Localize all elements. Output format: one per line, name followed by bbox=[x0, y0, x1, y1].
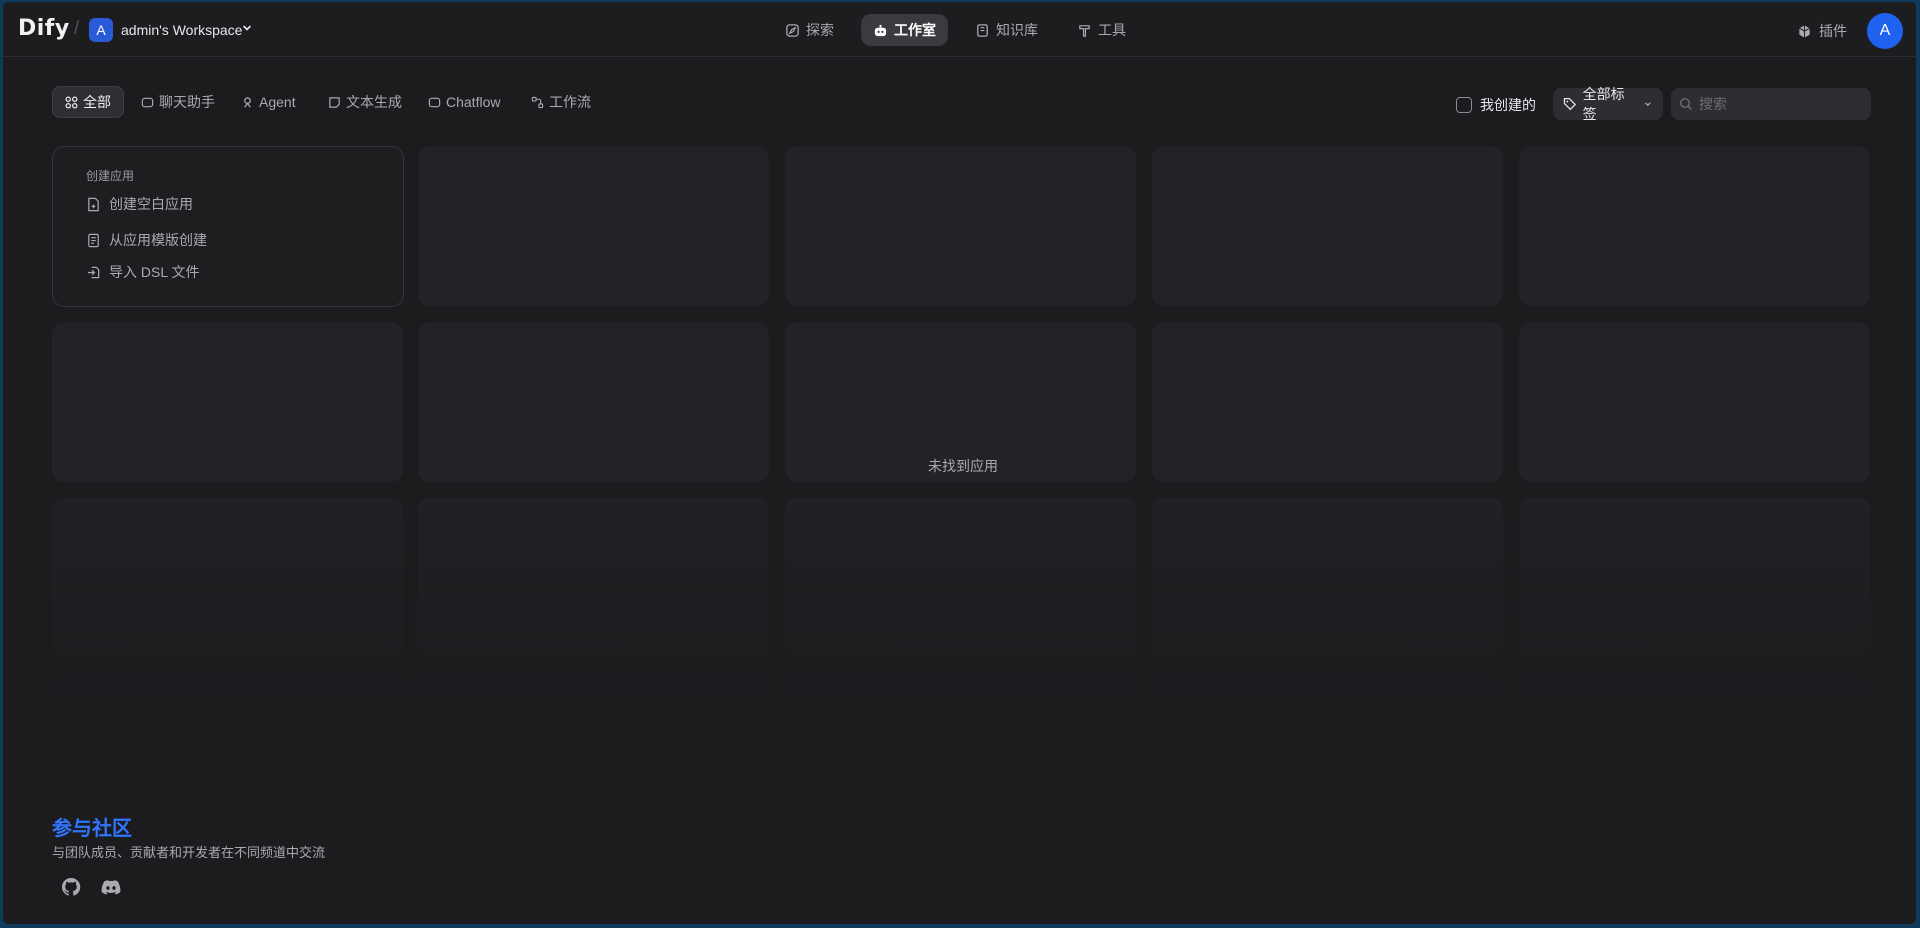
nav-studio-label: 工作室 bbox=[894, 22, 936, 38]
app-card-placeholder bbox=[1152, 498, 1503, 718]
nav-studio[interactable]: 工作室 bbox=[861, 14, 948, 46]
app-card-placeholder bbox=[52, 322, 403, 482]
import-dsl-file-label: 导入 DSL 文件 bbox=[109, 264, 200, 280]
created-by-me-label: 我创建的 bbox=[1480, 97, 1536, 113]
import-dsl-file[interactable]: 导入 DSL 文件 bbox=[86, 262, 200, 282]
nav-explore-label: 探索 bbox=[806, 22, 834, 38]
user-avatar[interactable]: A bbox=[1867, 13, 1903, 49]
book-icon bbox=[977, 23, 988, 37]
create-app-title: 创建应用 bbox=[86, 169, 135, 183]
create-blank-app-label: 创建空白应用 bbox=[109, 196, 193, 212]
tab-all[interactable]: 全部 bbox=[52, 86, 124, 118]
search-box[interactable] bbox=[1671, 88, 1871, 120]
tag-icon bbox=[1563, 98, 1577, 111]
app-card-placeholder bbox=[1519, 498, 1870, 718]
nav-tools-label: 工具 bbox=[1098, 22, 1126, 38]
nav-tools[interactable]: 工具 bbox=[1065, 14, 1138, 46]
tags-filter-label: 全部标签 bbox=[1582, 86, 1625, 122]
chevron-down-icon bbox=[1645, 102, 1651, 107]
tab-text-generation-label: 文本生成 bbox=[346, 94, 402, 110]
created-by-me-checkbox[interactable] bbox=[1456, 97, 1472, 113]
chat-bubble-icon bbox=[428, 97, 441, 107]
workspace-avatar[interactable]: A bbox=[89, 18, 113, 42]
tags-filter[interactable]: 全部标签 bbox=[1553, 86, 1663, 122]
compass-icon bbox=[786, 23, 799, 37]
tab-workflow-label: 工作流 bbox=[549, 94, 591, 110]
workflow-icon bbox=[531, 96, 544, 108]
community-subtitle: 与团队成员、贡献者和开发者在不同频道中交流 bbox=[52, 845, 326, 860]
app-card-placeholder bbox=[785, 146, 1136, 306]
robot-icon bbox=[874, 24, 887, 36]
nav-explore[interactable]: 探索 bbox=[773, 14, 846, 46]
create-app-card: 创建应用 创建空白应用 从应用模版创建 导入 DSL 文件 bbox=[52, 146, 404, 307]
tab-chatflow[interactable]: Chatflow bbox=[416, 86, 512, 118]
community-title: 参与社区 bbox=[52, 818, 132, 840]
search-input[interactable] bbox=[1699, 96, 1859, 112]
file-plus-icon bbox=[88, 197, 99, 211]
file-import-icon bbox=[87, 266, 100, 278]
app-card-placeholder bbox=[52, 498, 403, 718]
nav-knowledge-label: 知识库 bbox=[996, 22, 1038, 38]
plugins-button[interactable]: 插件 bbox=[1797, 21, 1847, 41]
app-card-placeholder bbox=[1152, 146, 1503, 306]
note-icon bbox=[329, 96, 340, 108]
agent-icon bbox=[244, 96, 251, 108]
hammer-icon bbox=[1079, 24, 1090, 37]
chevron-down-icon[interactable] bbox=[241, 22, 253, 34]
empty-state-message: 未找到应用 bbox=[928, 458, 998, 474]
file-template-icon bbox=[88, 233, 99, 247]
app-card-placeholder bbox=[418, 146, 769, 306]
breadcrumb-separator: / bbox=[74, 18, 80, 38]
workspace-name[interactable]: admin's Workspace bbox=[121, 22, 242, 38]
tab-text-generation[interactable]: 文本生成 bbox=[316, 86, 414, 118]
create-blank-app[interactable]: 创建空白应用 bbox=[86, 194, 193, 214]
app-card-placeholder bbox=[1519, 322, 1870, 482]
app-window: Dify / A admin's Workspace 探索 工作室 知识库 工具… bbox=[3, 2, 1916, 924]
app-card-placeholder bbox=[418, 498, 769, 718]
nav-knowledge[interactable]: 知识库 bbox=[963, 14, 1050, 46]
app-card-placeholder bbox=[785, 498, 1136, 718]
github-icon[interactable] bbox=[59, 875, 83, 899]
tab-workflow[interactable]: 工作流 bbox=[519, 86, 603, 118]
tab-chatbot[interactable]: 聊天助手 bbox=[129, 86, 227, 118]
plugins-label: 插件 bbox=[1819, 23, 1847, 39]
create-from-template[interactable]: 从应用模版创建 bbox=[86, 230, 207, 250]
app-card-placeholder bbox=[418, 322, 769, 482]
created-by-me-filter[interactable]: 我创建的 bbox=[1456, 95, 1536, 115]
tab-chatflow-label: Chatflow bbox=[446, 94, 501, 110]
top-header: Dify / A admin's Workspace 探索 工作室 知识库 工具… bbox=[3, 2, 1916, 57]
discord-icon[interactable] bbox=[99, 875, 123, 899]
tab-chatbot-label: 聊天助手 bbox=[159, 94, 215, 110]
grid-icon bbox=[65, 96, 78, 108]
tab-all-label: 全部 bbox=[83, 94, 111, 110]
search-icon bbox=[1679, 97, 1692, 110]
create-from-template-label: 从应用模版创建 bbox=[109, 232, 207, 248]
tab-agent[interactable]: Agent bbox=[229, 86, 308, 118]
chat-bubble-icon bbox=[141, 97, 154, 107]
tab-agent-label: Agent bbox=[259, 94, 296, 110]
app-card-placeholder bbox=[1519, 146, 1870, 306]
dify-logo[interactable]: Dify bbox=[18, 16, 70, 41]
app-card-placeholder bbox=[1152, 322, 1503, 482]
cube-icon bbox=[1799, 24, 1810, 38]
